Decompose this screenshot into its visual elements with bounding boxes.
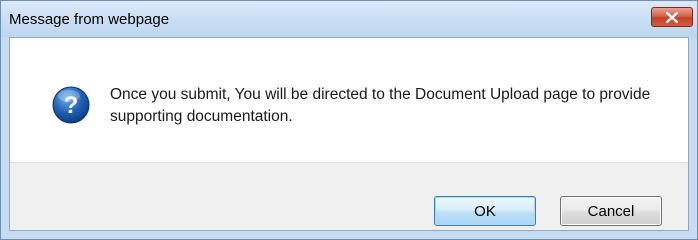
- dialog-title: Message from webpage: [9, 11, 170, 28]
- frame-left: [1, 37, 9, 239]
- svg-text:?: ?: [64, 92, 79, 119]
- message-area: ? Once you submit, You will be directed …: [10, 38, 688, 162]
- cancel-button[interactable]: Cancel: [560, 196, 662, 226]
- close-icon: [666, 12, 678, 23]
- button-bar: OK Cancel: [10, 162, 688, 230]
- frame-right: [689, 37, 697, 239]
- message-text: Once you submit, You will be directed to…: [110, 86, 651, 125]
- title-bar[interactable]: Message from webpage: [1, 1, 697, 37]
- message-dialog: Message from webpage ? Once you submit, …: [0, 0, 698, 240]
- close-button[interactable]: [651, 7, 693, 27]
- ok-button[interactable]: OK: [434, 196, 536, 226]
- question-icon: ?: [52, 86, 90, 124]
- dialog-body: ? Once you submit, You will be directed …: [9, 37, 689, 231]
